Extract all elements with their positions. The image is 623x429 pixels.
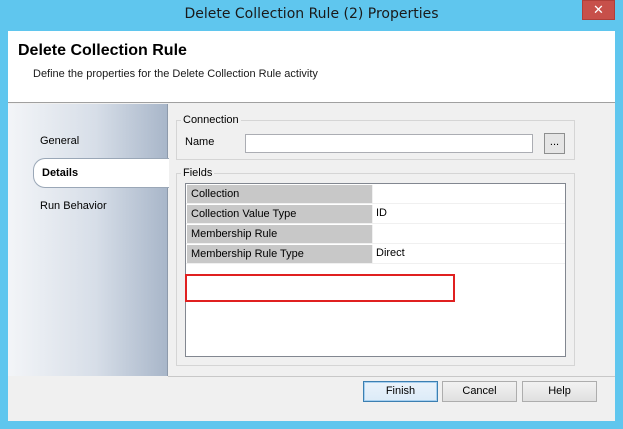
grid-value[interactable]: ID	[376, 207, 387, 219]
fields-group-label: Fields	[181, 167, 215, 179]
help-button[interactable]: Help	[522, 381, 597, 402]
name-input[interactable]	[245, 134, 533, 153]
window-title: Delete Collection Rule (2) Properties	[184, 6, 439, 22]
title-bar: Delete Collection Rule (2) Properties ✕	[0, 0, 623, 31]
grid-value[interactable]: Direct	[376, 247, 405, 259]
grid-key: Membership Rule	[187, 225, 373, 243]
grid-row-collection[interactable]: Collection	[186, 184, 565, 204]
page-title: Delete Collection Rule	[18, 42, 187, 59]
close-icon[interactable]: ✕	[582, 0, 615, 20]
grid-key: Membership Rule Type	[187, 245, 373, 263]
page-subtitle: Define the properties for the Delete Col…	[33, 68, 318, 80]
cancel-button[interactable]: Cancel	[442, 381, 517, 402]
grid-key: Collection Value Type	[187, 205, 373, 223]
finish-button[interactable]: Finish	[363, 381, 438, 402]
footer-divider	[168, 376, 615, 377]
fields-grid: Collection Collection Value Type ID Memb…	[185, 183, 566, 357]
grid-row-membership-rule[interactable]: Membership Rule	[186, 224, 565, 244]
connection-group-label: Connection	[181, 114, 241, 126]
sidebar-item-run-behavior[interactable]: Run Behavior	[40, 200, 107, 212]
name-label: Name	[185, 136, 215, 148]
grid-row-membership-rule-type[interactable]: Membership Rule Type Direct	[186, 244, 565, 264]
sidebar: General Details Run Behavior	[8, 104, 169, 376]
browse-button[interactable]: ...	[544, 133, 565, 154]
dialog-header: Delete Collection Rule Define the proper…	[8, 31, 615, 103]
dialog-window: Delete Collection Rule Define the proper…	[8, 31, 615, 421]
sidebar-item-details[interactable]: Details	[33, 158, 169, 188]
grid-key: Collection	[187, 185, 373, 203]
sidebar-item-general[interactable]: General	[40, 135, 79, 147]
grid-row-collection-value-type[interactable]: Collection Value Type ID	[186, 204, 565, 224]
